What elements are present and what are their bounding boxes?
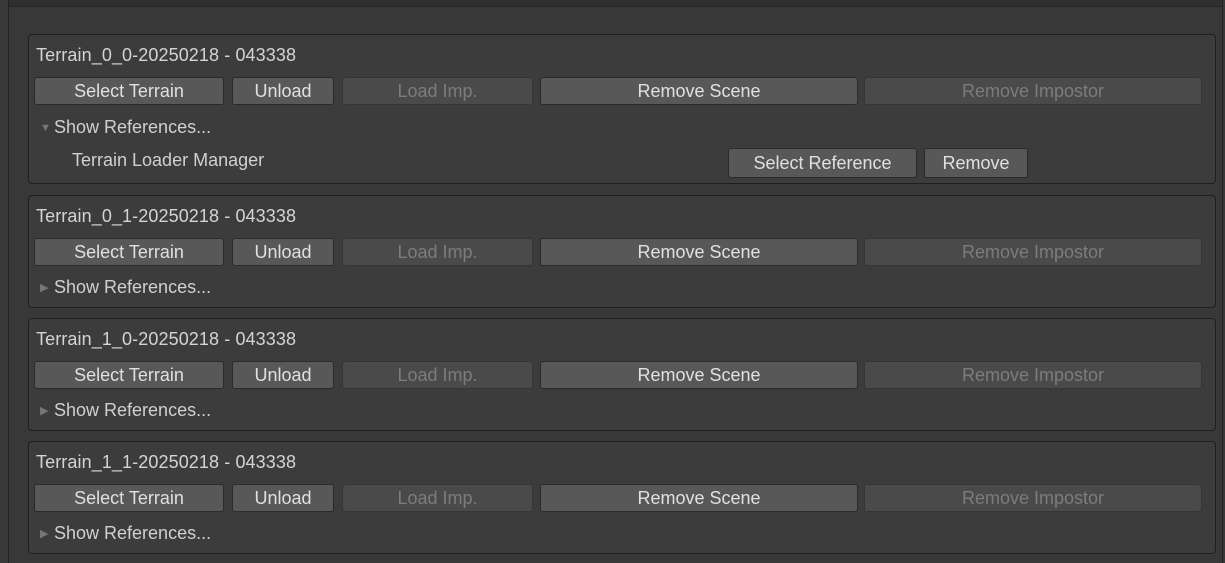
unload-button[interactable]: Unload bbox=[232, 484, 334, 512]
show-references-foldout[interactable]: ▶ Show References... bbox=[40, 523, 211, 544]
triangle-right-icon: ▶ bbox=[40, 528, 49, 540]
unload-button[interactable]: Unload bbox=[232, 361, 334, 389]
remove-scene-button[interactable]: Remove Scene bbox=[540, 238, 858, 266]
load-impostor-button[interactable]: Load Imp. bbox=[342, 77, 533, 105]
foldout-label: Show References... bbox=[54, 523, 212, 543]
show-references-foldout[interactable]: ▶ Show References... bbox=[40, 277, 211, 298]
load-impostor-button[interactable]: Load Imp. bbox=[342, 238, 533, 266]
remove-scene-button[interactable]: Remove Scene bbox=[540, 361, 858, 389]
reference-name: Terrain Loader Manager bbox=[72, 150, 265, 170]
remove-scene-button[interactable]: Remove Scene bbox=[540, 484, 858, 512]
remove-impostor-button[interactable]: Remove Impostor bbox=[864, 77, 1202, 105]
top-bar bbox=[9, 0, 1222, 7]
select-terrain-button[interactable]: Select Terrain bbox=[34, 238, 224, 266]
remove-impostor-button[interactable]: Remove Impostor bbox=[864, 238, 1202, 266]
unload-button[interactable]: Unload bbox=[232, 77, 334, 105]
terrain-title: Terrain_1_1-20250218 - 043338 bbox=[36, 452, 297, 472]
select-terrain-button[interactable]: Select Terrain bbox=[34, 77, 224, 105]
terrain-title: Terrain_0_1-20250218 - 043338 bbox=[36, 206, 297, 226]
foldout-label: Show References... bbox=[54, 117, 212, 137]
unload-button[interactable]: Unload bbox=[232, 238, 334, 266]
select-terrain-button[interactable]: Select Terrain bbox=[34, 484, 224, 512]
load-impostor-button[interactable]: Load Imp. bbox=[342, 484, 533, 512]
remove-impostor-button[interactable]: Remove Impostor bbox=[864, 484, 1202, 512]
remove-impostor-button[interactable]: Remove Impostor bbox=[864, 361, 1202, 389]
foldout-label: Show References... bbox=[54, 400, 212, 420]
triangle-right-icon: ▶ bbox=[40, 282, 49, 294]
select-terrain-button[interactable]: Select Terrain bbox=[34, 361, 224, 389]
terrain-panel: Terrain_0_0-20250218 - 043338 Select Ter… bbox=[28, 34, 1216, 184]
show-references-foldout[interactable]: ▶ Show References... bbox=[40, 400, 211, 421]
terrain-title: Terrain_0_0-20250218 - 043338 bbox=[36, 45, 297, 65]
foldout-label: Show References... bbox=[54, 277, 212, 297]
inspector-frame: Terrain_0_0-20250218 - 043338 Select Ter… bbox=[8, 0, 1223, 563]
terrain-panel: Terrain_1_0-20250218 - 043338 Select Ter… bbox=[28, 318, 1216, 431]
triangle-right-icon: ▶ bbox=[40, 405, 49, 417]
remove-reference-button[interactable]: Remove bbox=[924, 148, 1028, 178]
show-references-foldout[interactable]: ▼ Show References... bbox=[40, 117, 211, 138]
terrain-panel: Terrain_0_1-20250218 - 043338 Select Ter… bbox=[28, 195, 1216, 308]
load-impostor-button[interactable]: Load Imp. bbox=[342, 361, 533, 389]
terrain-panel: Terrain_1_1-20250218 - 043338 Select Ter… bbox=[28, 441, 1216, 554]
terrain-title: Terrain_1_0-20250218 - 043338 bbox=[36, 329, 297, 349]
select-reference-button[interactable]: Select Reference bbox=[728, 148, 917, 178]
triangle-down-icon: ▼ bbox=[40, 121, 51, 134]
remove-scene-button[interactable]: Remove Scene bbox=[540, 77, 858, 105]
